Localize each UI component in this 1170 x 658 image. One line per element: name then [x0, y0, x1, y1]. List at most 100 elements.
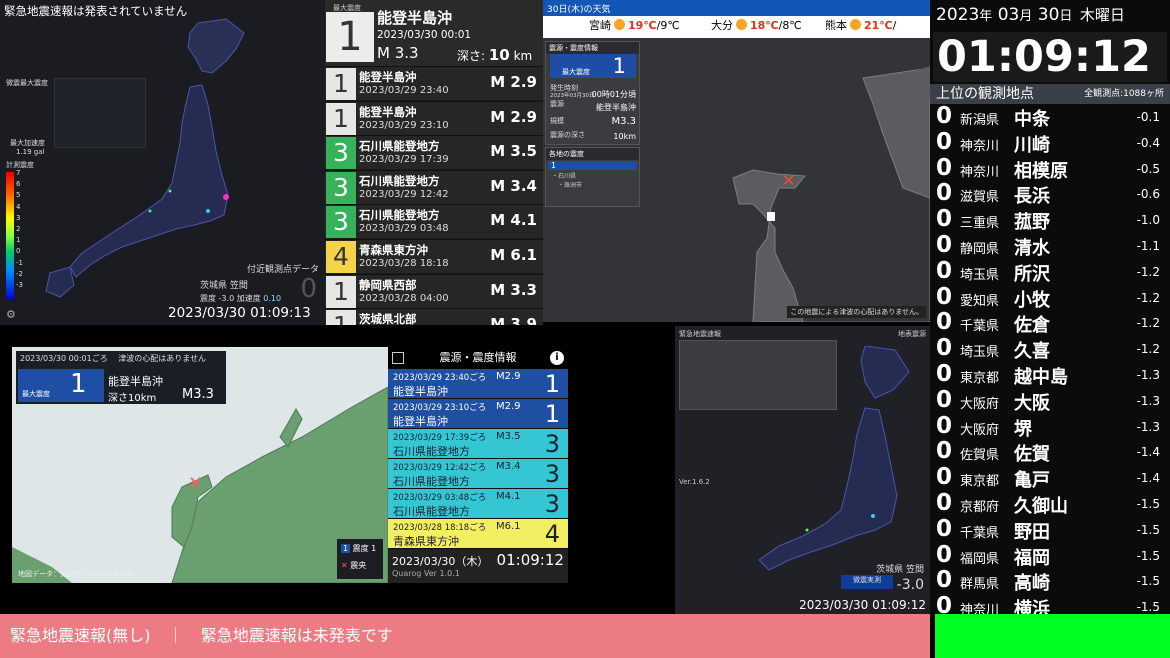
ranking-value: -1.5: [1136, 522, 1160, 537]
ranking-value: -1.4: [1136, 471, 1160, 486]
latest-quake[interactable]: 最大震度 1 能登半島沖 2023/03/30 00:01 M 3.3 深さ: …: [325, 0, 543, 66]
quarog-row-place: 石川県能登地方: [393, 475, 470, 488]
ranking-pref: 滋賀県: [960, 190, 1000, 206]
quarog-row-time: 2023/03/29 23:10ごろ: [393, 403, 487, 413]
ranking-intensity: 0: [935, 567, 952, 594]
scale-tick: -2: [16, 269, 23, 278]
ranking-city: 久喜: [1014, 341, 1050, 363]
kyoshin-clock: 2023/03/30 01:09:13: [168, 305, 311, 321]
quake-row[interactable]: 3 石川県能登地方 2023/03/29 17:39 M 3.5: [325, 135, 543, 170]
ranking-pref: 静岡県: [960, 242, 1000, 257]
ranking-row: 0 愛知県 小牧 -1.2: [930, 284, 1170, 311]
quake-mag: M 3.5: [490, 142, 537, 161]
quarog-top-line: 2023/03/30 00:01ごろ 津波の心配はありません: [20, 354, 207, 363]
quake-row[interactable]: 1茨城県北部 M 3.9: [325, 308, 543, 325]
quake-row[interactable]: 1 能登半島沖 2023/03/29 23:10 M 2.9: [325, 100, 543, 135]
ranking-header: 上位の観測地点 全観測点:1088ヶ所: [930, 84, 1170, 104]
ranking-row: 0 新潟県 中条 -0.1: [930, 104, 1170, 131]
quake-row[interactable]: 4 青森県東方沖 2023/03/28 18:18 M 6.1: [325, 239, 543, 273]
tsunami-note: この地震による津波の心配はありません。: [787, 306, 926, 318]
quake-row[interactable]: 1 能登半島沖 2023/03/29 23:40 M 2.9: [325, 66, 543, 100]
ranking-row: 0 滋賀県 長浜 -0.6: [930, 181, 1170, 208]
quake-row[interactable]: 3 石川県能登地方 2023/03/29 03:48 M 4.1: [325, 204, 543, 239]
ranking-intensity: 0: [935, 412, 952, 439]
scale-tick: -3: [16, 281, 23, 290]
ranking-row: 0 埼玉県 久喜 -1.2: [930, 336, 1170, 363]
quarog-row[interactable]: 2023/03/28 18:18ごろ M6.1 青森県東方沖 4: [388, 519, 568, 549]
quarog-place: 能登半島沖: [108, 375, 163, 388]
quarog-row-mag: M2.9: [496, 371, 521, 382]
epicenter-marker-icon: ✕: [782, 171, 795, 190]
quake-intensity: 4: [326, 241, 356, 273]
info-icon[interactable]: i: [550, 351, 564, 365]
area-selected[interactable]: 1: [548, 161, 637, 170]
ranking-city: 小牧: [1014, 289, 1050, 311]
ranking-city: 高崎: [1014, 573, 1050, 595]
quake-intensity: 3: [326, 206, 356, 239]
checkbox-icon[interactable]: [392, 352, 404, 364]
sunny-icon: [614, 19, 625, 30]
quake-place: 静岡県西部: [359, 277, 417, 292]
quake-mag: M 6.1: [490, 246, 537, 264]
quarog-row[interactable]: 2023/03/29 23:10ごろ M2.9 能登半島沖 1: [388, 399, 568, 429]
ranking-row: 0 佐賀県 佐賀 -1.4: [930, 439, 1170, 466]
ranking-value: -0.5: [1136, 161, 1160, 176]
ranking-value: -1.5: [1136, 574, 1160, 589]
quake-list-panel: 最大震度 1 能登半島沖 2023/03/30 00:01 M 3.3 深さ: …: [325, 0, 543, 325]
ranking-city: 佐倉: [1014, 315, 1050, 337]
ranking-pref: 福岡県: [960, 551, 1000, 567]
ranking-pref: 埼玉県: [960, 267, 1000, 283]
quarog-row-place: 石川県能登地方: [393, 505, 470, 518]
quarog-row[interactable]: 2023/03/29 17:39ごろ M3.5 石川県能登地方 3: [388, 429, 568, 459]
ranking-intensity: 0: [935, 515, 952, 542]
sunny-icon: [736, 19, 747, 30]
quarog-row-intensity: 3: [544, 490, 560, 518]
scale-tick: -1: [16, 258, 23, 267]
ranking-pref: 千葉県: [960, 525, 1000, 541]
area-intensity-box[interactable]: 各地の震度 1 ・石川県 ・珠洲市: [545, 147, 640, 207]
station-count: 全観測点:1088ヶ所: [1084, 89, 1164, 99]
quake-intensity: 3: [326, 137, 356, 170]
quake-place: 能登半島沖: [359, 70, 417, 84]
ranking-pref: 大阪府: [960, 396, 1000, 412]
kyoshin-monitor-panel: 緊急地震速報は発表されていません 微震最大震度 最大加速度 1.19 gal 計…: [0, 0, 325, 325]
ranking-row: 0 千葉県 佐倉 -1.2: [930, 310, 1170, 337]
scale-tick: 7: [16, 169, 21, 177]
scale-tick: 1: [16, 236, 21, 245]
measure-label: 微震実測: [841, 575, 893, 589]
quarog-row-intensity: 1: [544, 400, 560, 428]
ranking-city: 相模原: [1014, 160, 1068, 182]
latest-depth: 深さ: 10 km: [457, 46, 533, 64]
quarog-panel: ✕ 2023/03/30 00:01ごろ 津波の心配はありません 最大震度 1 …: [12, 347, 568, 583]
intensity-color-scale: [6, 172, 14, 300]
ranking-city: 佐賀: [1014, 444, 1050, 466]
quarog-row-intensity: 1: [544, 370, 560, 398]
quarog-depth: 深さ10km: [108, 393, 157, 404]
quarog-row-time: 2023/03/29 17:39ごろ: [393, 433, 487, 443]
quake-row[interactable]: 1 静岡県西部 2023/03/28 04:00 M 3.3: [325, 273, 543, 308]
ranking-row: 0 東京都 越中島 -1.3: [930, 362, 1170, 389]
quarog-row-place: 石川県能登地方: [393, 445, 470, 458]
weather-item: 熊本 21℃/: [825, 19, 897, 32]
ranking-value: -1.0: [1136, 213, 1160, 228]
station-place: 茨城県 笠間: [876, 565, 924, 575]
quarog-row-intensity: 4: [544, 520, 560, 548]
ranking-pref: 大阪府: [960, 422, 1000, 438]
quake-intensity: 1: [326, 68, 356, 100]
ranking-row: 0 埼玉県 所沢 -1.2: [930, 258, 1170, 285]
eew-label: 緊急地震速報: [679, 330, 721, 338]
info-box: 震源・震度情報 最大震度 1 発生時刻 2023年03月30日 00時01分頃 …: [545, 41, 640, 145]
ranking-pref: 三重県: [960, 216, 1000, 232]
settings-icon[interactable]: ⚙: [6, 308, 16, 321]
quake-row[interactable]: 3 石川県能登地方 2023/03/29 12:42 M 3.4: [325, 169, 543, 204]
quarog-row[interactable]: 2023/03/29 23:40ごろ M2.9 能登半島沖 1: [388, 369, 568, 399]
epicenter-legend-icon: ✕: [341, 561, 348, 570]
ranking-pref: 愛知県: [960, 293, 1000, 309]
info-max-intensity: 最大震度 1: [550, 54, 636, 78]
ranking-value: -1.2: [1136, 290, 1160, 305]
quarog-row[interactable]: 2023/03/29 12:42ごろ M3.4 石川県能登地方 3: [388, 459, 568, 489]
epicenter-x-icon: ✕: [188, 473, 203, 494]
weather-item: 宮崎 19℃/9℃: [589, 19, 680, 32]
ranking-intensity: 0: [935, 206, 952, 233]
quarog-row[interactable]: 2023/03/29 03:48ごろ M4.1 石川県能登地方 3: [388, 489, 568, 519]
